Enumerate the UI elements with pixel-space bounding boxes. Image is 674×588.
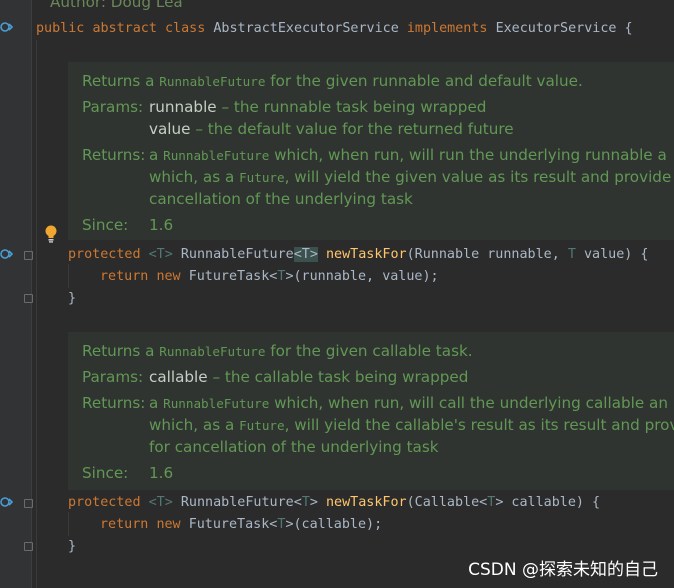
doc1-since-label: Since:	[82, 216, 129, 234]
method2-close-brace: }	[68, 539, 77, 554]
implements-gutter-icon[interactable]	[0, 20, 14, 34]
fold-icon[interactable]	[24, 499, 33, 508]
fold-icon[interactable]	[24, 294, 33, 303]
method-name[interactable]: newTaskFor	[326, 495, 407, 510]
class-declaration: public abstract class AbstractExecutorSe…	[36, 20, 633, 38]
author-doc: Author: Doug Lea	[50, 0, 183, 11]
doc1-returns-line3: cancellation of the underlying task	[149, 190, 413, 208]
doc-text: a	[149, 146, 159, 164]
params: (Callable<	[406, 495, 488, 510]
keyword: implements	[406, 21, 488, 36]
doc1-returns-line1: a RunnableFuture which, when run, will r…	[149, 145, 667, 166]
doc-code: RunnableFuture	[163, 148, 270, 163]
doc-text: which, when run, will call the underlyin…	[274, 394, 668, 412]
keyword: new	[156, 269, 181, 284]
doc2-returns-label: Returns:	[82, 394, 146, 412]
method1-body: return new FutureTask<T>(runnable, value…	[100, 268, 439, 286]
doc-code: RunnableFuture	[159, 74, 266, 89]
doc-text: for the given runnable and default value…	[270, 72, 583, 90]
doc2-params-label: Params:	[82, 368, 144, 386]
method1-close-brace: }	[68, 291, 77, 306]
doc1-returns-label: Returns:	[82, 146, 146, 164]
doc2-param1: callable – the callable task being wrapp…	[149, 367, 468, 387]
type-param: <T>	[148, 495, 173, 510]
code-text: FutureTask<	[188, 269, 278, 284]
doc2-since-label: Since:	[82, 464, 129, 482]
doc-text: Returns a	[82, 72, 155, 90]
lightbulb-icon[interactable]	[44, 225, 58, 243]
doc-code: Future	[239, 170, 285, 185]
code-text: value);	[382, 269, 439, 284]
keyword: return	[100, 517, 149, 532]
type-param-highlight: <T>	[293, 247, 318, 262]
doc-code: RunnableFuture	[163, 396, 270, 411]
params: > callable) {	[495, 495, 601, 510]
keyword: protected	[68, 247, 141, 262]
indent-guide	[68, 512, 69, 536]
watermark: CSDN @探索未知的自己	[468, 560, 658, 580]
doc2-returns-line3: for cancellation of the underlying task	[149, 438, 439, 456]
keyword: protected	[68, 495, 141, 510]
keyword: return	[100, 269, 149, 284]
indent-guide	[68, 264, 69, 288]
override-gutter-icon[interactable]	[0, 247, 14, 261]
keyword: abstract	[92, 21, 157, 36]
interface-name[interactable]: ExecutorService {	[496, 21, 633, 36]
type-param: T	[567, 247, 576, 262]
param-desc: – the runnable task being wrapped	[221, 98, 487, 116]
doc2-since-value: 1.6	[149, 464, 174, 482]
params: value) {	[584, 247, 649, 262]
doc-text: , will yield the callable's result as it…	[284, 416, 674, 434]
keyword: public	[36, 21, 85, 36]
doc-text: for the given callable task.	[270, 342, 473, 360]
doc-text: which, when run, will run the underlying…	[274, 146, 667, 164]
doc-code: Future	[239, 418, 285, 433]
doc-text: , will yield the given value as its resu…	[284, 168, 674, 186]
doc1-since-value: 1.6	[149, 216, 174, 234]
keyword: class	[165, 21, 206, 36]
doc1-params-label: Params:	[82, 98, 144, 116]
type-param: <T>	[148, 247, 173, 262]
method-name[interactable]: newTaskFor	[326, 247, 407, 262]
param-desc: – the default value for the returned fut…	[195, 120, 514, 138]
doc-text: which, as a	[149, 416, 235, 434]
doc1-param1: runnable – the runnable task being wrapp…	[149, 97, 486, 117]
doc-code: RunnableFuture	[159, 344, 266, 359]
doc2-returns-line1: a RunnableFuture which, when run, will c…	[149, 393, 668, 414]
fold-icon[interactable]	[24, 542, 33, 551]
method1-signature[interactable]: protected <T> RunnableFuture<T> newTaskF…	[68, 246, 649, 264]
param-name: runnable	[149, 98, 217, 116]
type-param: T	[301, 495, 310, 510]
code-text: >(runnable,	[285, 269, 375, 284]
override-gutter-icon[interactable]	[0, 495, 14, 509]
doc1-param2: value – the default value for the return…	[149, 119, 514, 139]
class-name[interactable]: AbstractExecutorService	[213, 21, 398, 36]
code-text: FutureTask<	[188, 517, 278, 532]
params: (Runnable runnable,	[406, 247, 560, 262]
param-desc: – the callable task being wrapped	[212, 368, 469, 386]
keyword: new	[156, 517, 181, 532]
doc-text: a	[149, 394, 159, 412]
doc1-summary: Returns a RunnableFuture for the given r…	[82, 71, 583, 92]
code-text: >	[309, 495, 318, 510]
fold-icon[interactable]	[24, 251, 33, 260]
doc2-summary: Returns a RunnableFuture for the given c…	[82, 341, 473, 362]
param-name: callable	[149, 368, 208, 386]
doc-text: Returns a	[82, 342, 155, 360]
doc1-returns-line2: which, as a Future, will yield the given…	[149, 167, 674, 188]
indent-guide	[36, 40, 37, 588]
param-name: value	[149, 120, 191, 138]
code-text: >(callable);	[285, 517, 383, 532]
doc2-returns-line2: which, as a Future, will yield the calla…	[149, 415, 674, 436]
method2-signature[interactable]: protected <T> RunnableFuture<T> newTaskF…	[68, 494, 600, 512]
return-type[interactable]: RunnableFuture<	[181, 495, 302, 510]
method2-body: return new FutureTask<T>(callable);	[100, 516, 382, 534]
doc-text: which, as a	[149, 168, 235, 186]
return-type[interactable]: RunnableFuture	[181, 247, 294, 262]
